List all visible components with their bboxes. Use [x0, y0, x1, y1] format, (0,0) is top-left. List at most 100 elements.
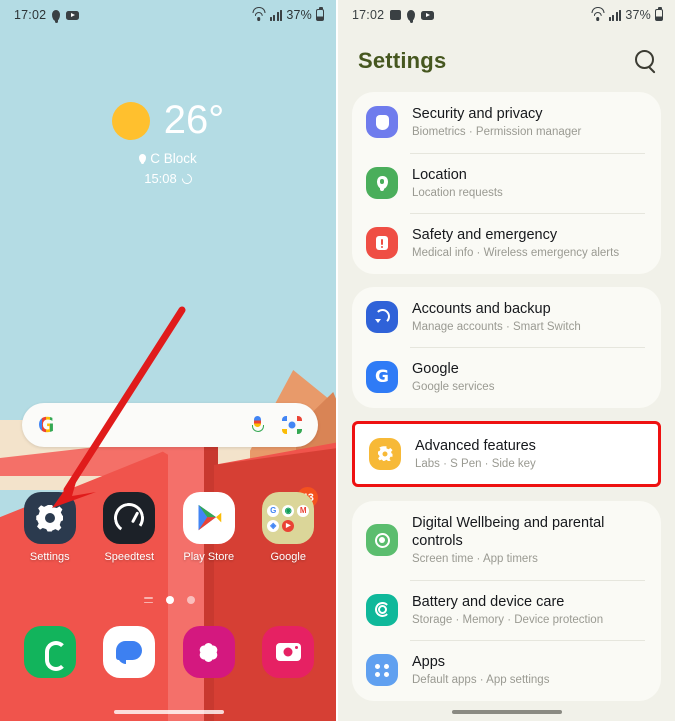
google-logo-icon: G: [38, 413, 55, 437]
page-indicator[interactable]: [0, 596, 336, 604]
item-title: Advanced features: [415, 437, 536, 454]
phone-icon[interactable]: [23, 626, 76, 678]
item-title: Google: [412, 361, 459, 377]
app-settings[interactable]: Settings: [16, 492, 84, 563]
item-title: Location: [412, 166, 467, 183]
wifi-icon: [252, 6, 266, 21]
settings-item-advanced-features[interactable]: Advanced features Labs · S Pen · Side ke…: [355, 424, 658, 485]
weather-location: C Block: [0, 151, 336, 166]
signal-icon: [269, 9, 283, 21]
emergency-alert-icon: [366, 227, 398, 260]
home-dock-row-2: [0, 626, 336, 678]
status-time: 17:02: [14, 8, 47, 22]
item-subtitle: Google services: [412, 381, 495, 394]
page-dot[interactable]: [186, 596, 195, 604]
app-phone[interactable]: [16, 626, 84, 678]
weather-temperature: 26°: [163, 98, 225, 142]
item-subtitle: Labs · S Pen · Side key: [415, 457, 536, 470]
settings-item-accounts-and-backup[interactable]: Accounts and backup Manage accounts · Sm…: [352, 287, 661, 348]
sync-icon: [366, 300, 398, 333]
settings-item-google[interactable]: G Google Google services: [352, 347, 661, 408]
speedtest-gauge-icon[interactable]: [103, 492, 156, 544]
left-phone-home-screen: 17:02 37% 26° C Block 15:08 G Settings S…: [0, 0, 338, 721]
settings-item-safety-and-emergency[interactable]: Safety and emergency Medical info · Wire…: [352, 213, 661, 274]
sun-icon: [111, 101, 150, 140]
signal-icon: [608, 9, 622, 21]
location-pin-icon: [139, 154, 147, 164]
google-search-bar[interactable]: G: [22, 403, 318, 447]
app-gallery[interactable]: [175, 626, 243, 678]
item-title: Security and privacy: [412, 106, 543, 122]
settings-item-security-and-privacy[interactable]: Security and privacy Biometrics · Permis…: [352, 92, 661, 153]
page-title: Settings: [358, 48, 447, 73]
mini-gmail-icon: M: [297, 504, 310, 517]
app-google-folder[interactable]: 43 G ◉ M ◈ ▶ Google: [254, 487, 322, 563]
messages-icon[interactable]: [103, 626, 156, 678]
google-lens-icon[interactable]: [282, 416, 302, 434]
battery-percent: 37%: [625, 8, 651, 22]
item-subtitle: Medical info · Wireless emergency alerts: [412, 247, 620, 260]
google-folder-icon[interactable]: G ◉ M ◈ ▶: [262, 492, 315, 544]
youtube-icon: [421, 10, 435, 20]
app-play-store[interactable]: Play Store: [175, 492, 243, 563]
home-app-row-1: Settings Speedtest Play Store G ◉ M ◈ ▶ …: [0, 487, 336, 563]
wellbeing-icon: [366, 524, 398, 557]
wifi-icon: [591, 6, 605, 21]
mini-youtube-icon: ▶: [282, 519, 295, 532]
refresh-icon[interactable]: [179, 171, 194, 186]
battery-care-icon: [366, 593, 398, 626]
settings-header: Settings: [338, 30, 675, 92]
gesture-nav-bar-left[interactable]: [0, 710, 336, 714]
settings-item-digital-wellbeing[interactable]: Digital Wellbeing and parental controls …: [352, 501, 661, 580]
gesture-nav-bar-right[interactable]: [338, 710, 675, 714]
app-label: Google: [270, 551, 306, 563]
item-subtitle: Biometrics · Permission manager: [412, 126, 582, 139]
location-pin-icon: [407, 9, 416, 23]
camera-icon[interactable]: [262, 626, 315, 678]
app-camera[interactable]: [254, 626, 322, 678]
app-label: Speedtest: [104, 551, 155, 563]
settings-group: Accounts and backup Manage accounts · Sm…: [352, 286, 661, 408]
item-title: Battery and device care: [412, 593, 565, 610]
status-time: 17:02: [352, 8, 385, 22]
app-label: Settings: [29, 551, 70, 563]
mini-maps-icon: ◈: [267, 519, 280, 532]
weather-updated-time: 15:08: [144, 171, 177, 186]
item-subtitle: Location requests: [412, 186, 503, 199]
settings-item-battery-and-device-care[interactable]: Battery and device care Storage · Memory…: [352, 579, 661, 641]
item-subtitle: Storage · Memory · Device protection: [412, 613, 604, 626]
left-status-bar: 17:02 37%: [0, 0, 336, 30]
settings-item-location[interactable]: Location Location requests: [352, 152, 661, 214]
mini-google-icon: G: [267, 504, 280, 517]
right-status-bar: 17:02 37%: [338, 0, 675, 30]
settings-group: Security and privacy Biometrics · Permis…: [352, 92, 661, 274]
weather-updated: 15:08: [0, 171, 336, 186]
page-dot-active[interactable]: [165, 596, 174, 604]
app-speedtest[interactable]: Speedtest: [95, 492, 163, 563]
screenshot-stage: 17:02 37% 26° C Block 15:08 G Settings S…: [0, 0, 675, 721]
battery-icon: [316, 7, 324, 21]
item-title: Apps: [412, 654, 446, 671]
battery-percent: 37%: [286, 8, 312, 22]
weather-location-label: C Block: [150, 151, 197, 166]
settings-group: Digital Wellbeing and parental controls …: [352, 501, 661, 701]
advanced-features-icon: [369, 437, 401, 470]
app-messages[interactable]: [95, 626, 163, 678]
image-icon: [390, 10, 402, 20]
app-list-indicator-icon[interactable]: [143, 596, 153, 604]
gallery-icon[interactable]: [182, 626, 235, 678]
item-subtitle: Manage accounts · Smart Switch: [412, 320, 581, 333]
settings-item-apps[interactable]: Apps Default apps · App settings: [352, 640, 661, 701]
item-title: Safety and emergency: [412, 227, 558, 243]
youtube-icon: [66, 10, 80, 20]
settings-list[interactable]: Security and privacy Biometrics · Permis…: [338, 92, 675, 701]
weather-widget[interactable]: 26° C Block 15:08: [0, 98, 336, 186]
google-g-icon: G: [366, 361, 398, 394]
search-icon[interactable]: [635, 50, 657, 72]
microphone-icon[interactable]: [250, 415, 264, 435]
play-store-icon[interactable]: [182, 492, 235, 544]
right-phone-settings-screen: 17:02 37% Settings Security and privacy …: [338, 0, 675, 721]
settings-group-highlighted: Advanced features Labs · S Pen · Side ke…: [352, 420, 661, 487]
settings-gear-icon[interactable]: [23, 492, 76, 544]
battery-icon: [655, 7, 663, 21]
